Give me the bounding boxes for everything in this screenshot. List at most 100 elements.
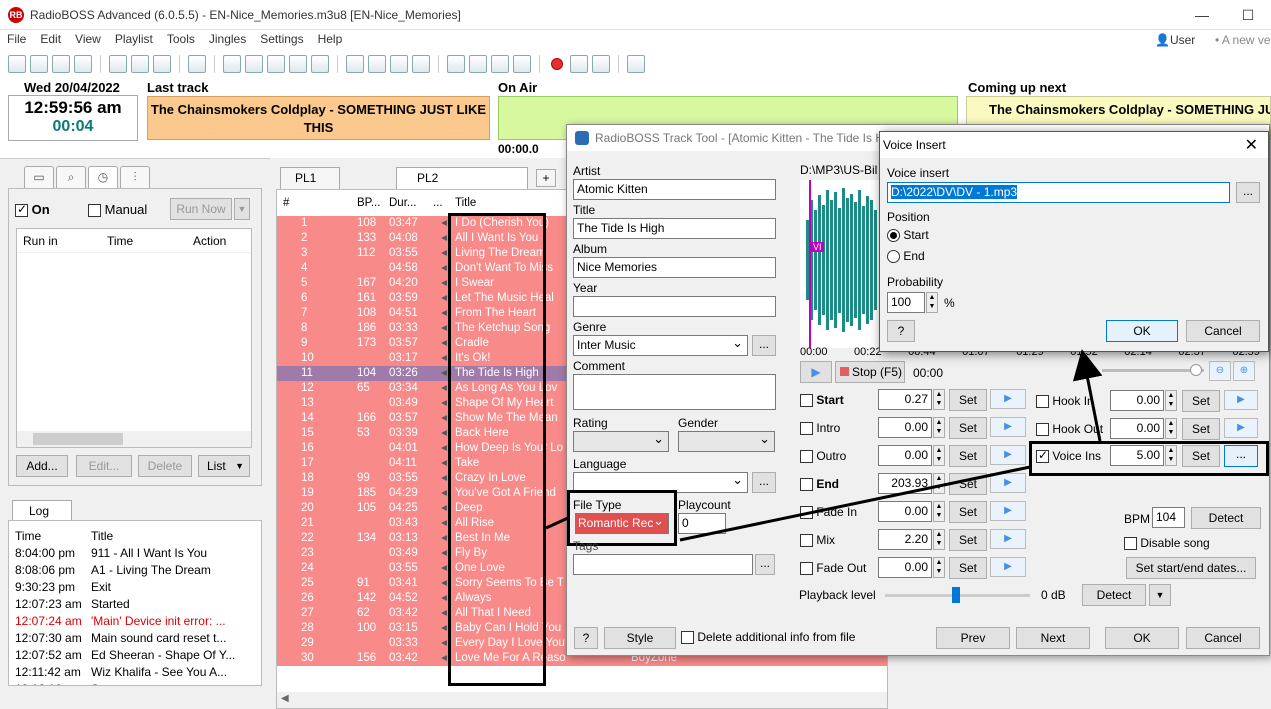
user-menu[interactable]: 👤User [1155, 33, 1195, 47]
end-radio[interactable] [887, 250, 900, 264]
hookout-value[interactable]: 0.00 [1110, 418, 1164, 439]
end-play-icon[interactable]: ▶ [990, 473, 1026, 493]
hookin-spinner[interactable]: ▲ ▼ [1165, 390, 1177, 411]
fadeout-set-button[interactable]: Set [949, 557, 987, 579]
stats-icon[interactable] [469, 55, 487, 73]
intro-play-icon[interactable]: ▶ [990, 417, 1026, 437]
outro-spinner[interactable]: ▲ ▼ [933, 445, 945, 466]
end-toggle[interactable]: End [800, 477, 839, 492]
menu-item-view[interactable]: View [68, 30, 108, 50]
bpm-field[interactable]: 104 [1152, 507, 1185, 528]
settings-gear-icon[interactable] [627, 55, 645, 73]
fadeout-checkbox[interactable] [800, 562, 813, 576]
track-ok-button[interactable]: OK [1105, 627, 1179, 649]
layout-1-icon[interactable] [223, 55, 241, 73]
end-checkbox[interactable] [800, 478, 813, 492]
mix-spinner[interactable]: ▲ ▼ [933, 529, 945, 550]
zoom-out-icon[interactable]: ⊖ [1209, 361, 1231, 381]
schedule-scrollbar[interactable] [17, 431, 251, 447]
add-schedule-button[interactable]: Add... [16, 455, 68, 477]
edit-schedule-button[interactable]: Edit... [76, 455, 132, 477]
schedule-list[interactable]: Run in Time Action [16, 228, 252, 448]
prev-button[interactable]: Prev [936, 627, 1010, 649]
stop-button[interactable]: Stop (F5) [835, 361, 905, 383]
end-set-button[interactable]: Set [949, 473, 987, 495]
comment-field[interactable] [573, 374, 776, 410]
zoom-slider[interactable] [1102, 364, 1204, 376]
gender-select[interactable] [678, 431, 775, 452]
menu-item-help[interactable]: Help [311, 30, 350, 50]
detect-level-dropdown[interactable]: ▼ [1149, 584, 1171, 606]
delete-info-toggle[interactable]: Delete additional info from file [681, 630, 855, 645]
genre-more-button[interactable]: ... [752, 335, 776, 356]
intro-set-button[interactable]: Set [949, 417, 987, 439]
paste-icon[interactable] [153, 55, 171, 73]
fadeout-spinner[interactable]: ▲ ▼ [933, 557, 945, 578]
outro-value[interactable]: 0.00 [878, 445, 932, 466]
disable-song-toggle[interactable]: Disable song [1124, 536, 1210, 551]
menu-item-file[interactable]: File [0, 30, 33, 50]
start-spinner[interactable]: ▲ ▼ [933, 389, 945, 410]
tags-field[interactable] [573, 554, 753, 575]
outro-set-button[interactable]: Set [949, 445, 987, 467]
zoom-slider-thumb[interactable] [1190, 364, 1202, 376]
tab-pl2[interactable]: PL2 [396, 167, 528, 189]
col-number[interactable]: # [277, 190, 357, 216]
col-bpm[interactable]: BP... [357, 190, 389, 216]
log-row[interactable]: 9:30:23 pm Exit [9, 579, 261, 596]
close-icon[interactable]: ✕ [1245, 135, 1258, 155]
playback-level-slider[interactable] [885, 587, 1030, 603]
zoom-in-icon[interactable]: ⊕ [1233, 361, 1255, 381]
delete-info-checkbox[interactable] [681, 631, 694, 645]
fadeout-value[interactable]: 0.00 [878, 557, 932, 578]
voice-help-button[interactable]: ? [887, 320, 915, 342]
start-set-button[interactable]: Set [949, 389, 987, 411]
start-toggle[interactable]: Start [800, 393, 844, 408]
log-row[interactable]: 12:07:52 am Ed Sheeran - Shape Of Y... [9, 647, 261, 664]
detect-level-button[interactable]: Detect [1082, 584, 1146, 606]
clipboard-icon[interactable] [513, 55, 531, 73]
scheduler-on-toggle[interactable]: On [15, 202, 50, 218]
fadeout-play-icon[interactable]: ▶ [990, 557, 1026, 577]
disable-song-checkbox[interactable] [1124, 537, 1137, 551]
start-play-icon[interactable]: ▶ [990, 389, 1026, 409]
col-duration[interactable]: Dur... [389, 190, 433, 216]
tag-icon[interactable] [491, 55, 509, 73]
fadein-spinner[interactable]: ▲ ▼ [933, 501, 945, 522]
log-row[interactable]: 12:12:16 amStop [9, 681, 261, 685]
mix-value[interactable]: 2.20 [878, 529, 932, 550]
fadeout-toggle[interactable]: Fade Out [800, 561, 866, 576]
copy-icon[interactable] [131, 55, 149, 73]
hookin-value[interactable]: 0.00 [1110, 390, 1164, 411]
log-row[interactable]: 8:08:06 pm A1 - Living The Dream [9, 562, 261, 579]
save-as-icon[interactable] [74, 55, 92, 73]
hookout-spinner[interactable]: ▲ ▼ [1165, 418, 1177, 439]
intro-checkbox[interactable] [800, 422, 813, 436]
year-field[interactable] [573, 296, 776, 317]
play-button[interactable]: ▶ [800, 361, 832, 383]
help-button[interactable]: ? [574, 627, 598, 649]
set-dates-button[interactable]: Set start/end dates... [1126, 557, 1256, 579]
mix-checkbox[interactable] [800, 534, 813, 548]
position-end-option[interactable]: End [887, 249, 925, 264]
open-playlist-icon[interactable] [30, 55, 48, 73]
undo-icon[interactable] [188, 55, 206, 73]
manual-toggle[interactable]: Manual [88, 202, 147, 218]
hookin-play-icon[interactable]: ▶ [1224, 390, 1258, 410]
menu-item-settings[interactable]: Settings [253, 30, 310, 50]
maximize-button[interactable]: ☐ [1225, 0, 1271, 30]
new-playlist-icon[interactable] [8, 55, 26, 73]
mix-set-button[interactable]: Set [949, 529, 987, 551]
outro-play-icon[interactable]: ▶ [990, 445, 1026, 465]
log-row[interactable]: 12:07:23 am Started [9, 596, 261, 613]
fadein-checkbox[interactable] [800, 506, 813, 520]
add-url-icon[interactable] [412, 55, 430, 73]
run-now-dropdown[interactable]: ▼ [234, 198, 250, 220]
menu-item-tools[interactable]: Tools [160, 30, 202, 50]
hookout-set-button[interactable]: Set [1182, 418, 1220, 440]
hookin-checkbox[interactable] [1036, 395, 1049, 409]
fadein-set-button[interactable]: Set [949, 501, 987, 523]
layout-3-icon[interactable] [267, 55, 285, 73]
log-row[interactable]: 12:11:42 am Wiz Khalifa - See You A... [9, 664, 261, 681]
title-field[interactable]: The Tide Is High [573, 218, 776, 239]
